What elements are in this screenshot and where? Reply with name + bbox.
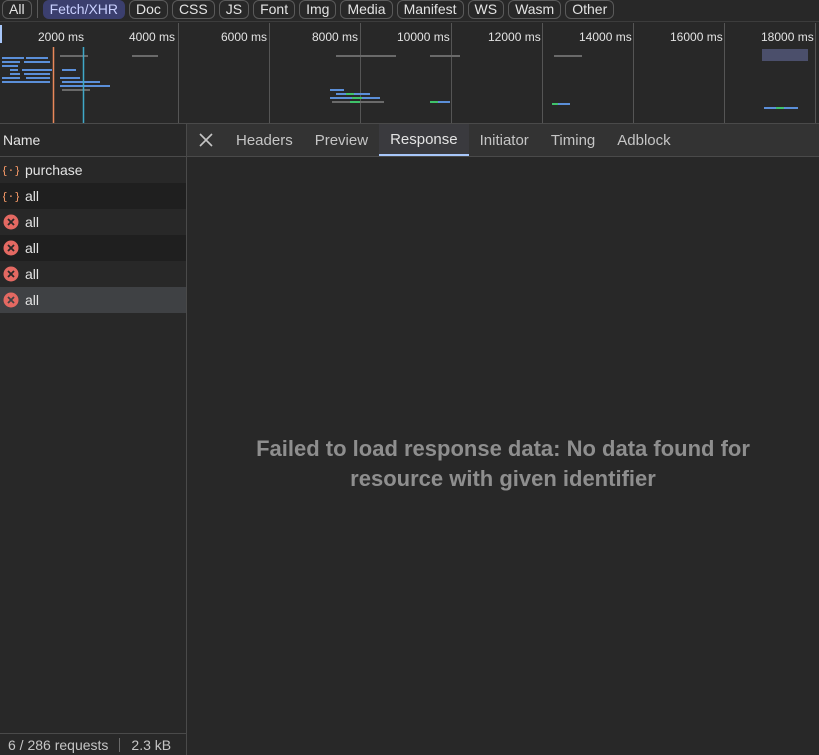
tick-label: 4000 ms [129,30,175,44]
name-column-header[interactable]: Name [0,124,186,157]
tick-label: 8000 ms [312,30,358,44]
tab-timing[interactable]: Timing [540,124,606,156]
request-name: all [25,292,40,308]
filter-manifest[interactable]: Manifest [396,0,464,19]
request-name: all [25,214,40,230]
filter-img[interactable]: Img [299,0,337,19]
tick-label: 16000 ms [670,30,723,44]
filter-fetch-xhr[interactable]: Fetch/XHR [42,0,126,19]
error-icon [3,266,19,282]
filter-js[interactable]: JS [218,0,250,19]
tick-label: 2000 ms [38,30,84,44]
tick-label: 14000 ms [579,30,632,44]
request-name: all [25,188,40,204]
svg-text:{·}: {·} [3,164,19,177]
request-row[interactable]: all [0,209,186,235]
fetch-icon: {·} [3,164,19,177]
close-icon [199,133,213,147]
tab-response[interactable]: Response [379,124,469,156]
tab-headers[interactable]: Headers [225,124,304,156]
filter-font[interactable]: Font [253,0,296,19]
request-name: purchase [25,162,83,178]
close-button[interactable] [187,124,225,156]
svg-text:{·}: {·} [3,190,19,203]
error-icon [3,240,19,256]
error-icon [3,292,19,308]
filter-ws[interactable]: WS [467,0,505,19]
tick-label: 10000 ms [397,30,450,44]
detail-tabs: Headers Preview Response Initiator Timin… [187,124,819,157]
request-row[interactable]: {·} all [0,183,186,209]
request-name: all [25,266,40,282]
filter-separator [36,0,38,18]
network-overview-timeline[interactable]: 2000 ms 4000 ms 6000 ms 8000 ms 10000 ms… [0,23,819,124]
tab-initiator[interactable]: Initiator [469,124,540,156]
transfer-size: 2.3 kB [131,736,172,753]
error-icon [3,214,19,230]
filter-doc[interactable]: Doc [129,0,168,19]
tick-label: 18000 ms [761,30,814,44]
request-name: all [25,240,40,256]
request-list: Name {·} purchase {·} all all all all [0,124,187,755]
tab-preview[interactable]: Preview [304,124,379,156]
response-error-message: Failed to load response data: No data fo… [256,436,750,491]
filter-other[interactable]: Other [565,0,615,19]
status-divider [119,737,121,752]
request-detail-panel: Headers Preview Response Initiator Timin… [187,124,819,755]
fetch-icon: {·} [3,190,19,203]
filter-css[interactable]: CSS [171,0,215,19]
filter-wasm[interactable]: Wasm [508,0,562,19]
status-bar: 6 / 286 requests 2.3 kB [0,733,186,755]
request-row[interactable]: {·} purchase [0,157,186,183]
request-row[interactable]: all [0,261,186,287]
tick-label: 12000 ms [488,30,541,44]
tick-label: 6000 ms [221,30,267,44]
filter-all[interactable]: All [2,0,32,19]
tab-adblock[interactable]: Adblock [606,124,681,156]
request-row[interactable]: all [0,235,186,261]
filter-bar: All Fetch/XHR Doc CSS JS Font Img Media … [0,0,819,22]
request-row-selected[interactable]: all [0,287,186,313]
request-count: 6 / 286 requests [8,736,109,753]
filter-media[interactable]: Media [340,0,393,19]
timeline-graph: 2000 ms 4000 ms 6000 ms 8000 ms 10000 ms… [0,23,816,123]
